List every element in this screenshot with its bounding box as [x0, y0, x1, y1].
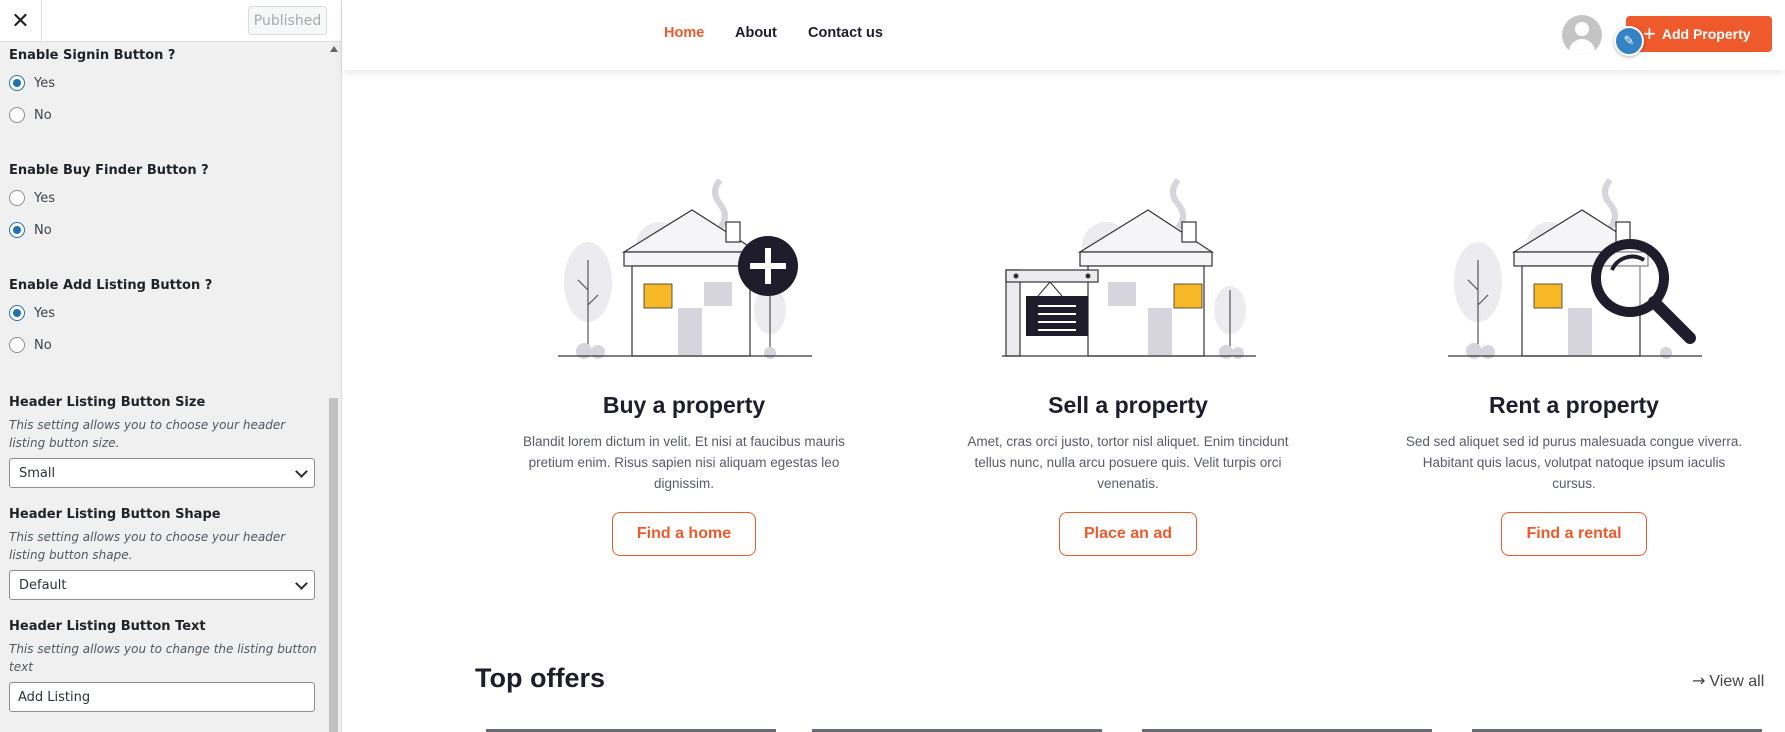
- button-shape-select[interactable]: Default: [9, 570, 315, 600]
- customizer-controls: Enable Signin Button ? Yes No Enable Buy…: [0, 42, 326, 732]
- scrollbar-thumb[interactable]: [329, 398, 338, 732]
- card-text: Amet, cras orci justo, tortor nisl aliqu…: [967, 434, 1289, 491]
- radio-label: No: [34, 107, 52, 123]
- pencil-icon[interactable]: ✎: [1614, 26, 1644, 56]
- site-preview: Home About Contact us + Add Property ✎ B…: [342, 0, 1785, 732]
- add-property-label: Add Property: [1661, 26, 1751, 42]
- nav-about[interactable]: About: [735, 25, 777, 41]
- setting-description: This setting allows you to choose your h…: [9, 418, 286, 450]
- radio-button[interactable]: [9, 305, 25, 321]
- setting-title: Enable Add Listing Button ?: [9, 278, 213, 293]
- card-text: Sed sed aliquet sed id purus malesuada c…: [1405, 434, 1743, 491]
- house-plus-icon: [558, 178, 812, 359]
- top-offers-heading: Top offers: [475, 663, 605, 693]
- card-title: Rent a property: [1489, 392, 1659, 418]
- scroll-up-arrow-icon[interactable]: [330, 46, 338, 52]
- button-shape-setting: Header Listing Button Shape This setting…: [9, 507, 319, 600]
- radio-label: Yes: [34, 305, 55, 321]
- select-value: Small: [19, 465, 56, 481]
- button-size-select[interactable]: Small: [9, 458, 315, 488]
- radio-button[interactable]: [9, 75, 25, 91]
- setting-title: Header Listing Button Size: [9, 395, 206, 410]
- setting-description: This setting allows you to change the li…: [9, 642, 317, 674]
- radio-button[interactable]: [9, 222, 25, 238]
- radio-label: Yes: [34, 190, 55, 206]
- buy-finder-button-setting: Enable Buy Finder Button ? Yes No: [9, 163, 319, 246]
- button-text-setting: Header Listing Button Text This setting …: [9, 619, 319, 712]
- radio-option-no[interactable]: No: [9, 99, 319, 131]
- radio-option-yes[interactable]: Yes: [9, 297, 319, 329]
- chevron-down-icon: [295, 577, 308, 590]
- radio-button[interactable]: [9, 337, 25, 353]
- publish-button[interactable]: Published: [248, 6, 327, 35]
- radio-option-no[interactable]: No: [9, 214, 319, 246]
- nav-contact[interactable]: Contact us: [808, 25, 883, 41]
- radio-option-yes[interactable]: Yes: [9, 182, 319, 214]
- sidebar-scrollbar[interactable]: [326, 42, 341, 732]
- add-listing-button-setting: Enable Add Listing Button ? Yes No: [9, 278, 319, 361]
- find-home-button[interactable]: Find a home: [611, 512, 757, 556]
- signin-button-setting: Enable Signin Button ? Yes No: [9, 48, 319, 131]
- buy-property-card: Buy a property Blandit lorem dictum in v…: [504, 160, 864, 556]
- customizer-sidebar: ✕ Published Enable Signin Button ? Yes N…: [0, 0, 342, 732]
- select-value: Default: [19, 577, 67, 593]
- setting-title: Header Listing Button Text: [9, 619, 206, 634]
- avatar[interactable]: [1562, 15, 1602, 55]
- plus-icon: +: [1643, 21, 1656, 46]
- card-title: Buy a property: [602, 392, 766, 418]
- view-all-link[interactable]: → View all: [1692, 671, 1764, 691]
- house-sign-icon: [1002, 178, 1256, 359]
- view-all-label: View all: [1709, 673, 1765, 690]
- radio-label: No: [34, 337, 52, 353]
- chevron-down-icon: [295, 465, 308, 478]
- radio-button[interactable]: [9, 107, 25, 123]
- radio-label: No: [34, 222, 52, 238]
- setting-title: Header Listing Button Shape: [9, 507, 221, 522]
- setting-description: This setting allows you to choose your h…: [9, 530, 286, 562]
- find-rental-button[interactable]: Find a rental: [1501, 512, 1647, 556]
- setting-title: Enable Signin Button ?: [9, 48, 176, 63]
- radio-option-yes[interactable]: Yes: [9, 67, 319, 99]
- button-size-setting: Header Listing Button Size This setting …: [9, 395, 319, 488]
- sell-property-card: Sell a property Amet, cras orci justo, t…: [948, 160, 1308, 556]
- arrow-right-icon: →: [1692, 671, 1706, 690]
- site-header: Home About Contact us + Add Property ✎: [342, 0, 1785, 70]
- card-title: Sell a property: [1048, 392, 1208, 418]
- rent-property-card: Rent a property Sed sed aliquet sed id p…: [1394, 160, 1754, 556]
- setting-title: Enable Buy Finder Button ?: [9, 163, 209, 178]
- close-icon[interactable]: ✕: [0, 0, 42, 42]
- card-text: Blandit lorem dictum in velit. Et nisi a…: [523, 434, 845, 491]
- nav-home[interactable]: Home: [664, 25, 704, 41]
- customizer-header: ✕ Published: [0, 0, 341, 42]
- radio-button[interactable]: [9, 190, 25, 206]
- radio-option-no[interactable]: No: [9, 329, 319, 361]
- add-property-button[interactable]: + Add Property: [1626, 16, 1772, 52]
- house-search-icon: [1448, 178, 1702, 359]
- radio-label: Yes: [34, 75, 55, 91]
- place-ad-button[interactable]: Place an ad: [1058, 512, 1198, 556]
- button-text-input[interactable]: Add Listing: [9, 682, 315, 712]
